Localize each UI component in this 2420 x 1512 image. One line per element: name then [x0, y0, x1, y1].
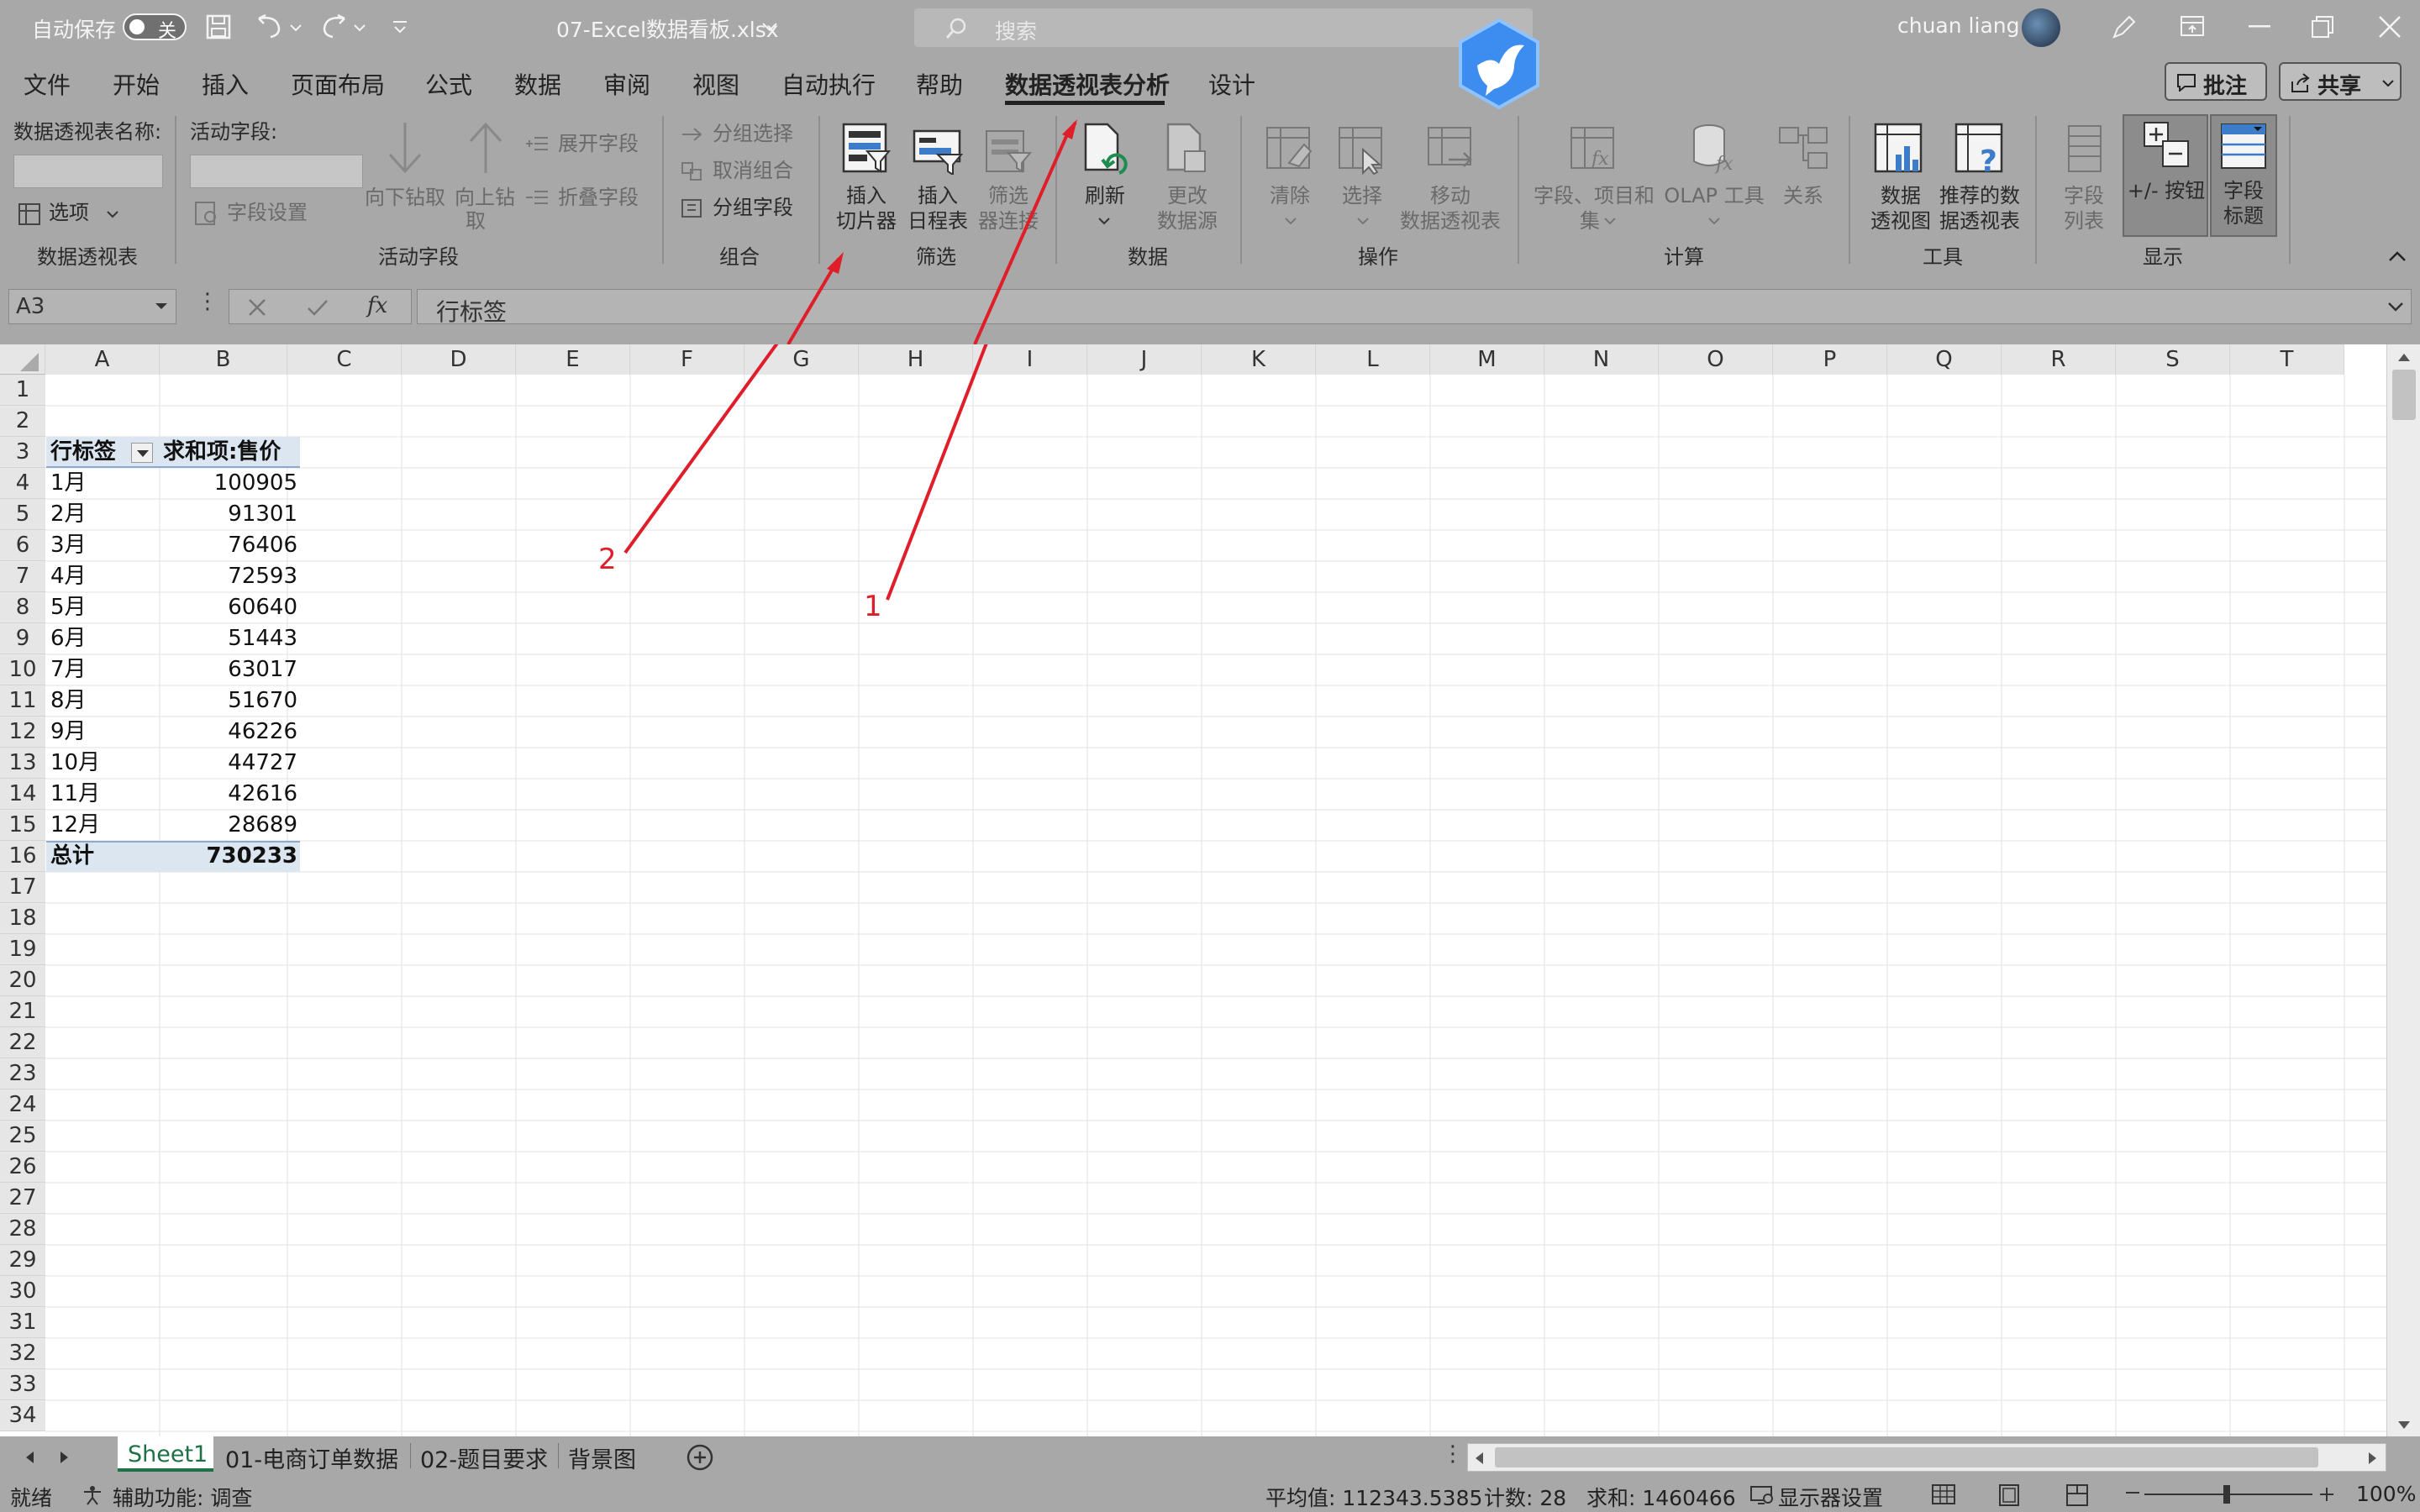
scroll-left-icon[interactable] [1473, 1451, 1485, 1466]
annotation-arrowheads [786, 119, 1077, 344]
annotation-arrow-2 [623, 344, 779, 554]
accessibility-icon [84, 1486, 101, 1505]
zoom-in-icon[interactable] [2319, 1487, 2334, 1502]
annotation-arrow-1 [886, 344, 988, 601]
status-accessibility[interactable]: 辅助功能: 调查 [113, 1482, 252, 1512]
scroll-tabs-right-icon[interactable] [59, 1450, 71, 1465]
horizontal-scroll-thumb[interactable] [1495, 1447, 2318, 1467]
zoom-out-icon[interactable] [2126, 1492, 2139, 1495]
sheet-tab-active[interactable]: Sheet1 [118, 1436, 213, 1472]
sheet-tab-bar: Sheet1 01-电商订单数据 02-题目要求 背景图 ⋮ [0, 1436, 2420, 1477]
annotation-overlay [623, 344, 988, 601]
add-sheet-icon[interactable] [686, 1443, 714, 1472]
zoom-level[interactable]: 100% [2356, 1482, 2416, 1506]
scroll-right-icon[interactable] [2367, 1451, 2379, 1466]
display-settings-button[interactable]: 显示器设置 [1778, 1482, 1883, 1512]
status-ready: 就绪 [10, 1486, 53, 1510]
scroll-down-icon[interactable] [2396, 1420, 2412, 1431]
status-average[interactable]: 平均值: 112343.5385 [1265, 1482, 1482, 1512]
status-sum[interactable]: 求和: 1460466 [1586, 1482, 1736, 1512]
page-layout-view-icon[interactable] [1998, 1483, 2020, 1507]
bird-logo-icon[interactable] [1452, 17, 1546, 111]
sheet-tab[interactable]: 01-电商订单数据 [225, 1441, 398, 1474]
status-count[interactable]: 计数: 28 [1484, 1482, 1566, 1512]
display-settings-icon [1750, 1486, 1773, 1504]
horizontal-scrollbar[interactable] [1467, 1443, 2386, 1472]
vertical-scrollbar[interactable] [2386, 344, 2420, 1436]
worksheet-grid[interactable]: ABCDEFGHIJKLMNOPQRST 1 2 3 4 5 6 7 8 9 10 11 12 13 14… [0, 344, 2420, 1436]
sheet-tab[interactable]: 背景图 [568, 1441, 636, 1474]
scroll-up-icon[interactable] [2396, 351, 2412, 363]
normal-view-icon[interactable] [1931, 1483, 1956, 1505]
annotation-label-2: 2 [598, 543, 617, 576]
arrowhead-1 [1062, 119, 1077, 139]
more-options-icon[interactable]: ⋮ [1442, 1441, 1464, 1467]
sheet-tab[interactable]: 02-题目要求 [420, 1441, 548, 1474]
zoom-slider[interactable] [2144, 1485, 2312, 1504]
status-bar: 就绪 辅助功能: 调查 平均值: 112343.5385 计数: 28 求和: … [0, 1477, 2420, 1512]
scroll-tabs-left-icon[interactable] [24, 1450, 35, 1465]
page-break-view-icon[interactable] [2065, 1483, 2089, 1507]
vertical-scroll-thumb[interactable] [2392, 370, 2416, 420]
zoom-slider-thumb[interactable] [2223, 1485, 2230, 1504]
annotation-label-1: 1 [864, 590, 882, 623]
